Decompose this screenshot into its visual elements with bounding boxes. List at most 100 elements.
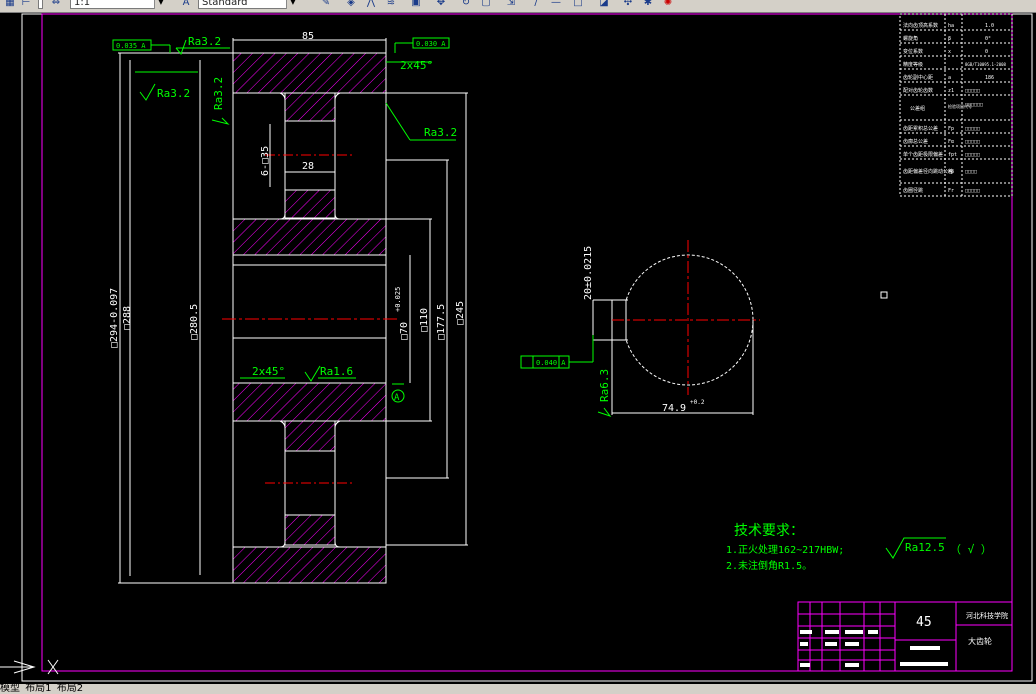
- tol-runout-left-text: 0.035 A: [116, 42, 146, 50]
- dim-keyway-text: 20±0.0215: [583, 246, 594, 300]
- dimstyle-select[interactable]: Standard: [198, 0, 288, 9]
- tech-line2: 2.未注倒角R1.5。: [726, 559, 812, 572]
- tb-material: 45: [916, 615, 932, 630]
- ra-right: Ra3.2: [424, 126, 457, 139]
- trim-icon[interactable]: /: [530, 0, 542, 9]
- dim-holes-text: 6-□35: [260, 146, 271, 176]
- web-left-lower: [232, 420, 286, 548]
- param-symbol: fpt: [948, 152, 957, 158]
- dim-bore-text: □70: [399, 322, 410, 340]
- hatch-hub-upper: [232, 218, 387, 256]
- web-right-lower: [334, 420, 387, 548]
- dim-110-text: □110: [419, 308, 430, 332]
- param-symbol: Fp: [948, 126, 954, 132]
- dim-177-text: □177.5: [436, 304, 447, 340]
- dim-od-text: □294-0.097: [109, 288, 120, 348]
- hatch-web-upper-a: [284, 92, 336, 122]
- side-ra: Ra6.3: [598, 369, 611, 402]
- scale-dropdown-arrow[interactable]: ▼: [154, 0, 167, 9]
- tech-line1: 1.正火处理162~217HBW;: [726, 544, 844, 556]
- param-symbol: a: [948, 75, 951, 81]
- param-value: □□□□□: [965, 188, 980, 194]
- param-name: 齿距偏差径向跳动公差: [903, 168, 953, 175]
- tol-sym-text: 0.040 A: [536, 359, 566, 367]
- hatch-web-lower-a: [284, 420, 336, 452]
- dim-74-tol: +0.2: [690, 399, 705, 406]
- ra-left-mid: Ra3.2: [157, 87, 190, 100]
- extend-icon[interactable]: —: [550, 0, 562, 9]
- tb-part-name: 大齿轮: [968, 636, 992, 646]
- pencil-icon[interactable]: ✎: [320, 0, 332, 9]
- tab-model[interactable]: 模型: [0, 684, 20, 694]
- stretch-icon[interactable]: ⇲: [505, 0, 517, 9]
- tab-layout1[interactable]: 布局1: [25, 684, 51, 694]
- scale-tool-icon[interactable]: ▢: [480, 0, 492, 9]
- datum-a-text: A: [394, 393, 400, 403]
- tb-school: 河北科技学院: [966, 611, 1008, 620]
- param-name: 变位系数: [903, 48, 923, 55]
- ra-left-top: Ra3.2: [188, 35, 221, 48]
- param-table: 法向齿顶高系数 ha 1.0 螺旋角 β 0° 变位系数 x 0 精度等级 8G…: [899, 13, 1013, 197]
- move-icon[interactable]: ✥: [435, 0, 447, 9]
- drawing-canvas[interactable]: 85 □294-0.097 □288 □280.5 □70 +0.025 □11…: [0, 12, 1036, 684]
- param-name: 齿轮副中心距: [903, 74, 933, 81]
- param-symbol: z1: [948, 88, 954, 94]
- hatch-web-upper-b: [284, 189, 336, 219]
- param-value: □□□□□: [965, 139, 980, 145]
- web-right-upper: [334, 92, 387, 220]
- param-value: □□□□: [965, 169, 977, 175]
- ra-bottom: Ra1.6: [320, 365, 353, 378]
- param-symbol: Fα: [948, 139, 954, 145]
- outer-frame: [21, 13, 1033, 682]
- param-symbol: x: [948, 49, 951, 55]
- param-name: 齿廓总公差: [903, 138, 928, 145]
- chamfer-icon[interactable]: ◪: [598, 0, 610, 9]
- ra-paren: （ √ ）: [950, 543, 992, 556]
- erase-icon[interactable]: ◈: [345, 0, 357, 9]
- param-name: 齿圈径跳: [903, 187, 923, 194]
- grip-marker[interactable]: [880, 291, 888, 299]
- layer-icon[interactable]: ▦: [4, 0, 16, 9]
- fillet-icon[interactable]: ✣: [622, 0, 634, 9]
- dimstyle-dropdown-arrow[interactable]: ▼: [286, 0, 299, 9]
- param-value: 186: [985, 75, 994, 81]
- param-value: 8GB/T10095.1-2008: [965, 62, 1007, 67]
- param-value: □□□□□: [965, 88, 980, 94]
- scale-select[interactable]: 1:1: [70, 0, 156, 9]
- scale-icon[interactable]: ⇔: [50, 0, 62, 9]
- break-icon[interactable]: □: [572, 0, 584, 9]
- param-value: □□□□□: [965, 126, 980, 132]
- dimstyle-icon[interactable]: ⊢: [20, 0, 32, 9]
- param-name: 公差组: [910, 105, 925, 112]
- param-name: 螺旋角: [903, 35, 918, 42]
- layout-tabbar: 模型 布局1 布局2: [0, 684, 1036, 694]
- param-symbol: β: [948, 36, 951, 42]
- param-value: 1.0: [985, 23, 994, 29]
- dim-288-text: □288: [122, 306, 133, 330]
- param-value: 0: [985, 49, 988, 55]
- explode2-icon[interactable]: ✺: [662, 0, 674, 9]
- hatch-upper-rim: [232, 52, 387, 94]
- field-stub: [38, 0, 43, 9]
- param-name: 齿距累积总公差: [903, 125, 938, 132]
- gear-side-view: 20±0.0215 74.9 +0.2 Ra6.3 0.040 A: [520, 240, 760, 417]
- hatch-lower-rim: [232, 546, 387, 584]
- tab-layout2[interactable]: 布局2: [57, 684, 83, 694]
- dim-280-text: □280.5: [189, 304, 200, 340]
- param-value: 0°: [985, 36, 991, 42]
- param-name: 法向齿顶高系数: [903, 22, 938, 29]
- inner-frame: [41, 13, 1013, 672]
- mirror-icon[interactable]: ⋀: [365, 0, 377, 9]
- tech-requirements: 技术要求： 1.正火处理162~217HBW; 2.未注倒角R1.5。 Ra12…: [726, 523, 992, 572]
- rotate-icon[interactable]: ↻: [460, 0, 472, 9]
- param-name: 单个齿距极限偏差: [903, 151, 943, 158]
- textstyle-icon[interactable]: A: [180, 0, 192, 9]
- dim-245-text: □245: [455, 301, 466, 325]
- chamfer-bottom: 2x45°: [252, 365, 285, 378]
- param-value-extra: □□□□□□: [965, 102, 983, 108]
- param-symbol: ha: [948, 23, 954, 29]
- hatch-hub-lower: [232, 382, 387, 422]
- offset-icon[interactable]: ≋: [385, 0, 397, 9]
- array-icon[interactable]: ▣: [410, 0, 422, 9]
- explode-icon[interactable]: ✱: [642, 0, 654, 9]
